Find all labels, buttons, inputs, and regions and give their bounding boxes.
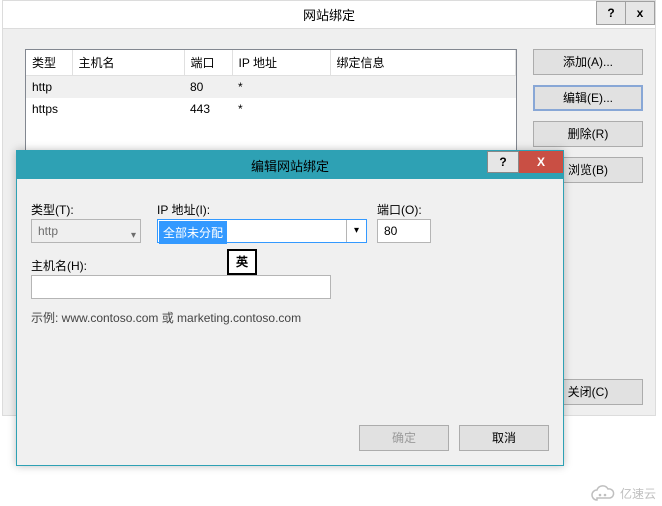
cloud-icon (590, 484, 616, 502)
cell-info (330, 98, 516, 120)
close-button[interactable]: X (519, 151, 563, 173)
edit-binding-dialog: 编辑网站绑定 ? X 类型(T): IP 地址(I): 端口(O): 主机名(H… (16, 150, 564, 466)
cell-ip: * (232, 98, 330, 120)
ime-indicator[interactable]: 英 (227, 249, 257, 275)
type-label: 类型(T): (31, 201, 74, 218)
table-row[interactable]: https 443 * (26, 98, 516, 120)
type-select-value: http (38, 224, 58, 238)
add-button[interactable]: 添加(A)... (533, 49, 643, 75)
col-header-info[interactable]: 绑定信息 (330, 50, 516, 76)
host-example-text: 示例: www.contoso.com 或 marketing.contoso.… (31, 309, 301, 326)
cell-type: https (26, 98, 72, 120)
ip-select-value: 全部未分配 (159, 221, 227, 244)
cell-info (330, 76, 516, 99)
watermark-text: 亿速云 (620, 485, 656, 502)
table-row[interactable]: http 80 * (26, 76, 516, 99)
cell-port: 80 (184, 76, 232, 99)
remove-button[interactable]: 删除(R) (533, 121, 643, 147)
cell-ip: * (232, 76, 330, 99)
cell-type: http (26, 76, 72, 99)
edit-binding-titlebar: 编辑网站绑定 ? X (17, 151, 563, 179)
help-button[interactable]: ? (596, 1, 626, 25)
col-header-host[interactable]: 主机名 (72, 50, 184, 76)
port-label: 端口(O): (377, 201, 422, 218)
chevron-down-icon: ▾ (131, 225, 136, 247)
edit-button[interactable]: 编辑(E)... (533, 85, 643, 111)
col-header-ip[interactable]: IP 地址 (232, 50, 330, 76)
ip-select[interactable]: 全部未分配 ▾ (157, 219, 367, 243)
edit-dialog-actions: 确定 取消 (359, 425, 549, 451)
help-button[interactable]: ? (487, 151, 519, 173)
close-button[interactable]: x (625, 1, 655, 25)
host-input[interactable] (31, 275, 331, 299)
type-select: http ▾ (31, 219, 141, 243)
col-header-type[interactable]: 类型 (26, 50, 72, 76)
watermark: 亿速云 (590, 484, 656, 502)
port-input-value: 80 (384, 224, 397, 238)
cell-port: 443 (184, 98, 232, 120)
site-bindings-titlebar: 网站绑定 ? x (3, 1, 655, 29)
port-input[interactable]: 80 (377, 219, 431, 243)
cell-host (72, 76, 184, 99)
ok-button: 确定 (359, 425, 449, 451)
cell-host (72, 98, 184, 120)
edit-binding-body: 类型(T): IP 地址(I): 端口(O): 主机名(H): http ▾ 全… (31, 191, 549, 451)
edit-binding-title: 编辑网站绑定 (17, 156, 563, 175)
col-header-port[interactable]: 端口 (184, 50, 232, 76)
host-label: 主机名(H): (31, 257, 87, 274)
table-header-row: 类型 主机名 端口 IP 地址 绑定信息 (26, 50, 516, 76)
ip-label: IP 地址(I): (157, 201, 210, 218)
chevron-down-icon[interactable]: ▾ (346, 220, 366, 242)
cancel-button[interactable]: 取消 (459, 425, 549, 451)
site-bindings-title: 网站绑定 (3, 5, 655, 24)
